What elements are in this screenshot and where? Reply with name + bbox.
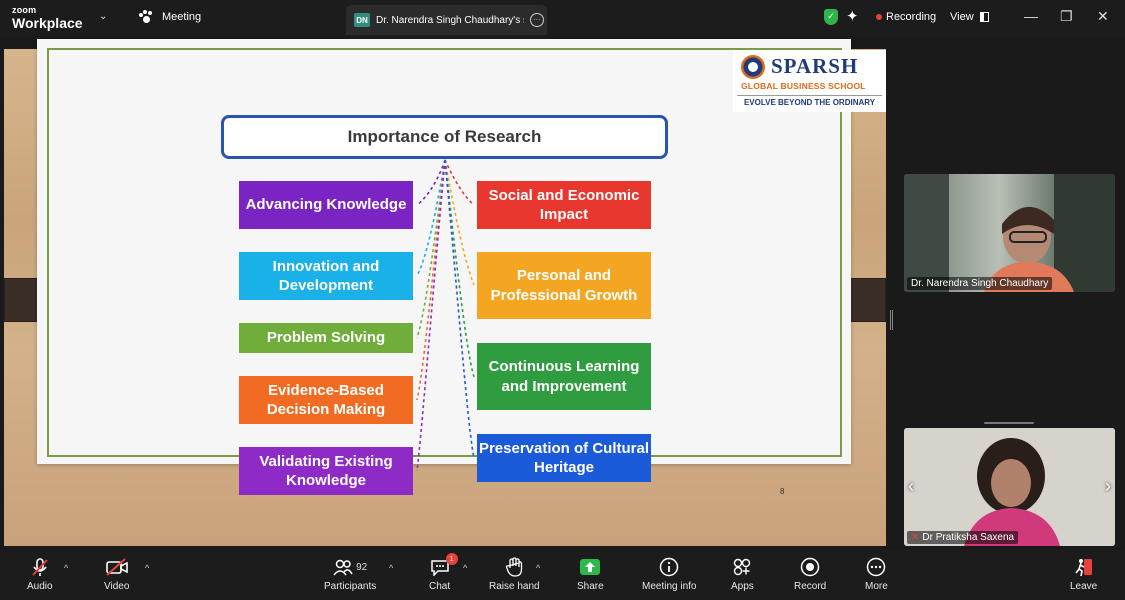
leave-button[interactable]: Leave: [1070, 556, 1097, 592]
meeting-toolbar: Audio ^ Video ^ 92 Participants ^ 1 Chat…: [0, 550, 1125, 600]
research-item-continuous-learning: Continuous Learning and Improvement: [477, 343, 651, 410]
slide-title: Importance of Research: [221, 115, 668, 159]
participants-label: Participants: [324, 581, 377, 592]
raise-hand-label: Raise hand: [489, 581, 540, 592]
participant-name: Dr Pratiksha Saxena: [922, 532, 1015, 543]
mic-muted-icon: [30, 556, 50, 578]
record-button[interactable]: Record: [794, 556, 826, 592]
apps-button[interactable]: Apps: [731, 556, 754, 592]
hand-icon: [506, 557, 523, 577]
slide-page-number: 8: [780, 487, 785, 496]
chat-button[interactable]: 1 Chat: [429, 553, 458, 592]
participant-name: Dr. Narendra Singh Chaudhary: [907, 277, 1053, 290]
audio-label: Audio: [27, 581, 53, 592]
share-button[interactable]: Share: [577, 556, 604, 592]
video-button[interactable]: Video: [104, 556, 129, 592]
chevron-right-icon[interactable]: ›: [1105, 476, 1111, 497]
research-item-cultural-heritage: Preservation of Cultural Heritage: [477, 434, 651, 482]
participants-icon: [333, 559, 353, 576]
participant-name-tag: ✕ Dr Pratiksha Saxena: [907, 531, 1019, 544]
participants-count: 92: [356, 561, 368, 573]
more-button[interactable]: More: [865, 556, 888, 592]
research-item-advancing-knowledge: Advancing Knowledge: [239, 181, 413, 229]
more-label: More: [865, 581, 888, 592]
research-item-evidence-based: Evidence-Based Decision Making: [239, 376, 413, 424]
leave-icon: [1074, 559, 1092, 577]
participants-button[interactable]: 92 Participants: [324, 556, 376, 592]
apps-label: Apps: [731, 581, 754, 592]
apps-icon: [734, 558, 751, 576]
participants-options-caret[interactable]: ^: [389, 563, 393, 573]
meeting-info-label: Meeting info: [642, 581, 697, 592]
chat-options-caret[interactable]: ^: [463, 563, 467, 573]
research-item-personal-growth: Personal and Professional Growth: [477, 252, 651, 319]
presenter-video-feed: [904, 174, 1115, 292]
video-tile-participant[interactable]: ‹ › ✕ Dr Pratiksha Saxena: [904, 428, 1115, 546]
chevron-left-icon[interactable]: ‹: [908, 476, 914, 497]
video-tile-presenter[interactable]: Dr. Narendra Singh Chaudhary: [904, 174, 1115, 292]
record-icon: [800, 557, 820, 577]
video-off-icon: [105, 556, 129, 578]
research-item-validating: Validating Existing Knowledge: [239, 447, 413, 495]
audio-button[interactable]: Audio: [27, 556, 53, 592]
muted-mic-icon: ✕: [911, 532, 920, 543]
meeting-info-button[interactable]: Meeting info: [642, 556, 696, 592]
chat-label: Chat: [429, 581, 451, 592]
research-item-problem-solving: Problem Solving: [239, 323, 413, 353]
panel-scroll-indicator[interactable]: [984, 422, 1034, 424]
participant-video-feed: [904, 428, 1115, 546]
research-item-social-economic: Social and Economic Impact: [477, 181, 651, 229]
video-label: Video: [104, 581, 130, 592]
panel-resize-handle[interactable]: [890, 310, 893, 330]
share-screen-icon: [580, 559, 601, 575]
leave-label: Leave: [1070, 581, 1098, 592]
audio-options-caret[interactable]: ^: [64, 563, 68, 573]
raise-hand-button[interactable]: Raise hand: [489, 556, 540, 592]
research-item-innovation: Innovation and Development: [239, 252, 413, 300]
info-icon: [659, 557, 679, 577]
chat-unread-badge: 1: [445, 553, 458, 565]
share-label: Share: [577, 581, 604, 592]
reactions-options-caret[interactable]: ^: [536, 563, 540, 573]
record-label: Record: [794, 581, 827, 592]
video-options-caret[interactable]: ^: [145, 563, 149, 573]
more-dots-icon: [867, 557, 886, 577]
